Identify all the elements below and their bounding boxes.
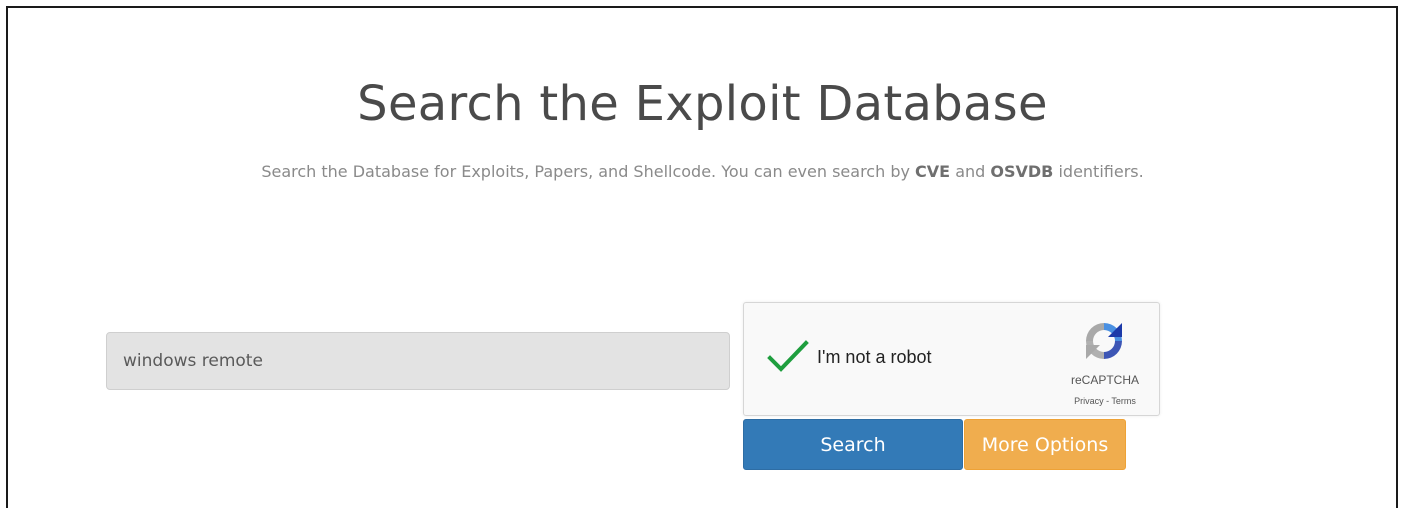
search-button[interactable]: Search [743,419,963,470]
recaptcha-brand: reCAPTCHA [1070,373,1139,387]
page-title: Search the Exploit Database [357,76,1048,132]
subtitle-osvdb: OSVDB [990,162,1054,181]
subtitle-cve: CVE [915,162,951,181]
more-options-button[interactable]: More Options [964,419,1126,470]
subtitle-text-2: and [950,162,991,181]
subtitle-text-1: Search the Database for Exploits, Papers… [261,162,916,181]
subtitle-text-3: identifiers. [1053,162,1144,181]
recaptcha-widget: I'm not a robot reCAPTCHA Privacy - Term… [743,302,1160,416]
recaptcha-logo-icon [1082,319,1126,363]
page-subtitle: Search the Database for Exploits, Papers… [0,162,1405,181]
recaptcha-privacy-terms-link[interactable]: Privacy - Terms [1064,396,1146,406]
search-input[interactable] [106,332,730,390]
checkmark-icon[interactable] [766,337,810,377]
recaptcha-label: I'm not a robot [817,347,932,367]
